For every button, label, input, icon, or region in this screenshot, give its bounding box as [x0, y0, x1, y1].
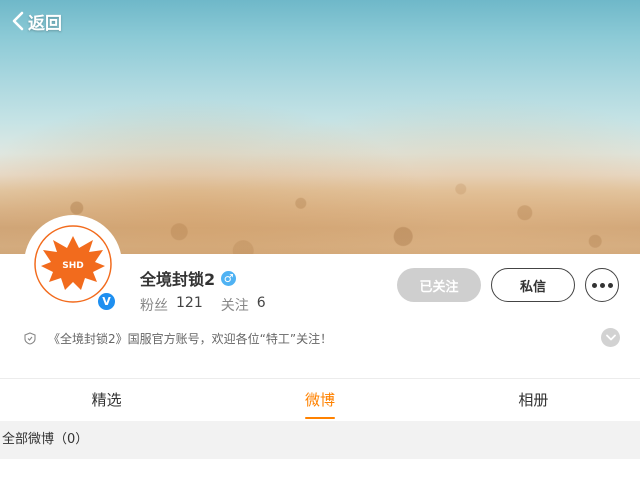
following-label: 关注 — [220, 298, 249, 314]
following-count: 6 — [256, 295, 266, 311]
back-label: 返回 — [28, 13, 62, 34]
back-button[interactable]: 返回 — [12, 8, 62, 34]
expand-chevron-down-icon[interactable] — [601, 328, 620, 347]
more-dot-icon — [607, 282, 613, 288]
profile-stats: 粉丝 121 关注 6 — [140, 295, 284, 315]
weibo-list — [0, 459, 640, 485]
more-options-button[interactable] — [585, 268, 619, 302]
message-button[interactable]: 私信 — [491, 268, 575, 302]
followers-count: 121 — [176, 295, 203, 311]
profile-tabs: 精选 微博 相册 — [0, 378, 640, 421]
logo-text: SHD — [62, 261, 84, 271]
profile-name-row: 全境封锁2 ♂ — [140, 266, 237, 290]
more-dot-icon — [599, 282, 605, 288]
chevron-left-icon — [12, 11, 24, 31]
verified-badge-icon: V — [96, 291, 117, 312]
tab-featured[interactable]: 精选 — [0, 379, 213, 421]
shield-icon — [24, 331, 38, 345]
bio-text: 《全境封锁2》国服官方账号，欢迎各位“特工”关注！ — [48, 331, 333, 346]
followers-label: 粉丝 — [140, 298, 168, 314]
all-weibo-header: 全部微博（0） — [0, 421, 640, 459]
following-button[interactable]: 已关注 — [397, 268, 481, 302]
tab-album[interactable]: 相册 — [427, 379, 640, 421]
tab-weibo[interactable]: 微博 — [213, 379, 426, 421]
more-dot-icon — [591, 282, 597, 288]
profile-name: 全境封锁2 — [140, 270, 216, 289]
followers-stat[interactable]: 粉丝 121 — [140, 295, 203, 315]
male-gender-icon: ♂ — [221, 270, 237, 286]
bio-row: 《全境封锁2》国服官方账号，欢迎各位“特工”关注！ — [24, 328, 624, 347]
following-stat[interactable]: 关注 6 — [221, 295, 266, 315]
